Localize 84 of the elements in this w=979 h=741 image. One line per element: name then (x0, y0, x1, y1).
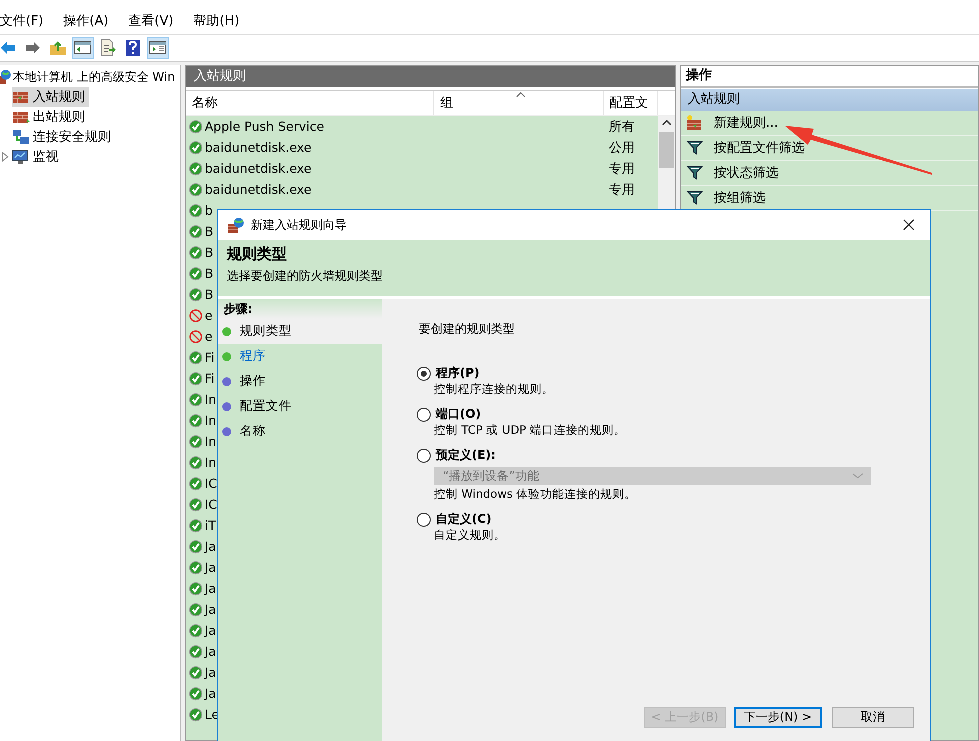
rule-profile: 专用 (609, 182, 635, 198)
rule-name: Ja (205, 644, 216, 659)
option-description: 自定义规则。 (433, 528, 506, 543)
firewall-globe-icon (227, 216, 245, 234)
brick-wall-icon (686, 115, 704, 131)
rule-name: Fi (205, 350, 215, 365)
rule-name: baidunetdisk.exe (205, 140, 312, 155)
rule-name: IC (205, 497, 218, 512)
rule-name: Ja (205, 623, 216, 638)
filter-icon (686, 165, 704, 181)
dialog-title: 新建入站规则向导 (251, 216, 348, 234)
chevron-down-icon (852, 472, 864, 480)
scroll-up-icon[interactable] (662, 119, 672, 127)
wizard-step[interactable]: 名称 (218, 419, 382, 444)
brick-wall-icon (12, 89, 30, 105)
panel-icon[interactable] (72, 37, 94, 59)
tree-item[interactable]: 连接安全规则 (12, 127, 115, 147)
close-icon (903, 219, 915, 231)
option-description: 控制程序连接的规则。 (433, 382, 554, 397)
rule-name: In (205, 413, 217, 428)
rule-name: e (205, 329, 213, 344)
option-description: 控制 TCP 或 UDP 端口连接的规则。 (433, 423, 626, 438)
tree-item[interactable]: 入站规则 (12, 87, 89, 107)
rule-name: IC (205, 476, 218, 491)
column-header[interactable]: 配置文 (604, 91, 658, 115)
wizard-step[interactable]: 规则类型 (218, 319, 382, 344)
rule-name: Ja (205, 581, 216, 596)
menu-item[interactable]: 文件(F) (0, 12, 54, 30)
rule-name: e (205, 308, 213, 323)
wizard-step[interactable]: 程序 (218, 344, 382, 369)
wizard-heading: 规则类型 (227, 245, 288, 264)
scroll-thumb[interactable] (659, 132, 674, 168)
prompt-text: 要创建的规则类型 (419, 321, 516, 338)
menu-item[interactable]: 帮助(H) (184, 12, 250, 30)
rule-name: B (205, 287, 214, 302)
radio-option[interactable]: 程序(P) (417, 365, 480, 382)
rule-name: Fi (205, 371, 215, 386)
rule-profile: 公用 (609, 140, 635, 156)
column-header[interactable]: 组 (434, 91, 604, 115)
rule-profile: 所有 (609, 118, 635, 136)
rule-name: B (205, 266, 214, 281)
option-description: 控制 Windows 体验功能连接的规则。 (433, 487, 637, 502)
rule-name: Apple Push Service (205, 119, 324, 134)
dialog-button[interactable]: 取消 (832, 707, 914, 728)
rule-name: Ja (205, 686, 216, 701)
rule-profile: 专用 (609, 160, 635, 178)
rule-name: baidunetdisk.exe (205, 182, 312, 197)
network-icon (12, 129, 30, 145)
menu-item[interactable]: 操作(A) (54, 12, 119, 30)
expand-arrow-icon[interactable] (2, 152, 10, 162)
computer-firewall-icon (0, 69, 12, 85)
steps-title: 步骤: (218, 299, 382, 319)
rule-name: In (205, 455, 217, 470)
rule-name: Ja (205, 539, 216, 554)
sort-caret-icon (516, 92, 526, 98)
pane-title: 入站规则 (186, 66, 675, 87)
tree-item[interactable]: 本地计算机 上的高级安全 Win (0, 67, 176, 87)
column-header[interactable]: 名称 (186, 91, 434, 115)
filter-icon (686, 140, 704, 156)
wizard-step[interactable]: 配置文件 (218, 394, 382, 419)
section-header[interactable]: 入站规则 (681, 89, 978, 111)
radio-option[interactable]: 自定义(C) (417, 511, 492, 528)
rule-name: In (205, 434, 217, 449)
rule-name: In (205, 392, 217, 407)
wizard-step[interactable]: 操作 (218, 369, 382, 394)
rule-name: Ja (205, 560, 216, 575)
rule-name: Ja (205, 665, 216, 680)
monitor-icon (12, 149, 30, 165)
radio-option[interactable]: 预定义(E): (417, 447, 496, 464)
rule-name: iT (205, 518, 216, 533)
rule-name: baidunetdisk.exe (205, 161, 312, 176)
dialog-button[interactable]: 下一步(N) > (734, 707, 822, 728)
rule-name: b (205, 203, 213, 218)
tree-item[interactable]: 出站规则 (12, 107, 89, 127)
brick-wall-icon (12, 109, 30, 125)
rule-name: B (205, 224, 214, 239)
radio-option[interactable]: 端口(O) (417, 406, 482, 423)
menu-item[interactable]: 查看(V) (118, 12, 184, 30)
tree-item[interactable]: 监视 (12, 147, 63, 167)
panel-icon[interactable] (147, 37, 169, 59)
rule-name: Ja (205, 602, 216, 617)
rule-name: B (205, 245, 214, 260)
wizard-subheading: 选择要创建的防火墙规则类型 (227, 268, 384, 285)
filter-icon (686, 190, 704, 206)
